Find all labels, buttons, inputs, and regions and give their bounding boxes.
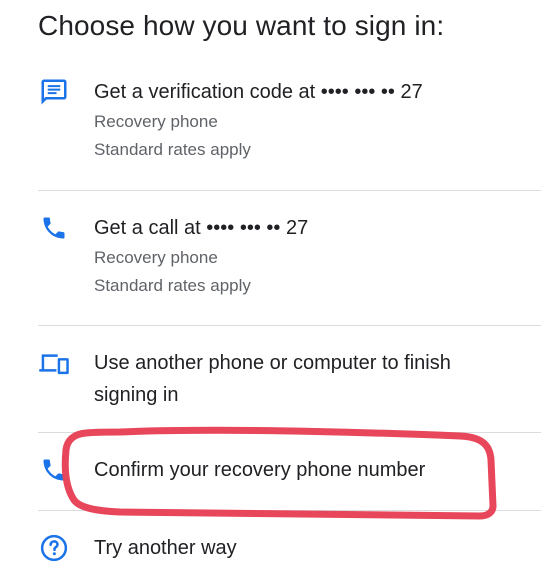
option-primary-label: Get a call at •••• ••• •• 27 [94, 217, 309, 239]
option-primary-label: Confirm your recovery phone number [94, 459, 426, 481]
option-secondary-label: Recovery phone [94, 112, 218, 131]
option-secondary-label: Standard rates apply [94, 140, 251, 159]
option-another-device[interactable]: Use another phone or computer to finish … [38, 347, 541, 417]
help-circle-icon [38, 532, 70, 564]
option-secondary-label: Standard rates apply [94, 276, 251, 295]
message-icon [38, 76, 70, 108]
option-primary-label: Use another phone or computer to finish [94, 352, 451, 374]
divider [38, 190, 541, 191]
page-title: Choose how you want to sign in: [38, 10, 445, 41]
divider [38, 432, 541, 433]
option-primary-label: Try another way [94, 537, 237, 559]
option-verification-code[interactable]: Get a verification code at •••• ••• •• 2… [38, 76, 541, 176]
option-confirm-recovery-phone[interactable]: Confirm your recovery phone number [38, 454, 541, 488]
divider [38, 510, 541, 511]
option-phone-call[interactable]: Get a call at •••• ••• •• 27 Recovery ph… [38, 212, 541, 312]
option-secondary-label: Recovery phone [94, 248, 218, 267]
option-try-another-way[interactable]: Try another way [38, 532, 541, 566]
devices-icon [38, 347, 70, 379]
phone-icon [38, 212, 70, 244]
sign-in-options-page: Choose how you want to sign in: Get a ve… [0, 0, 557, 574]
option-primary-label: Get a verification code at •••• ••• •• 2… [94, 81, 423, 103]
phone-icon [38, 454, 70, 486]
option-primary-label: signing in [94, 384, 179, 406]
divider [38, 325, 541, 326]
